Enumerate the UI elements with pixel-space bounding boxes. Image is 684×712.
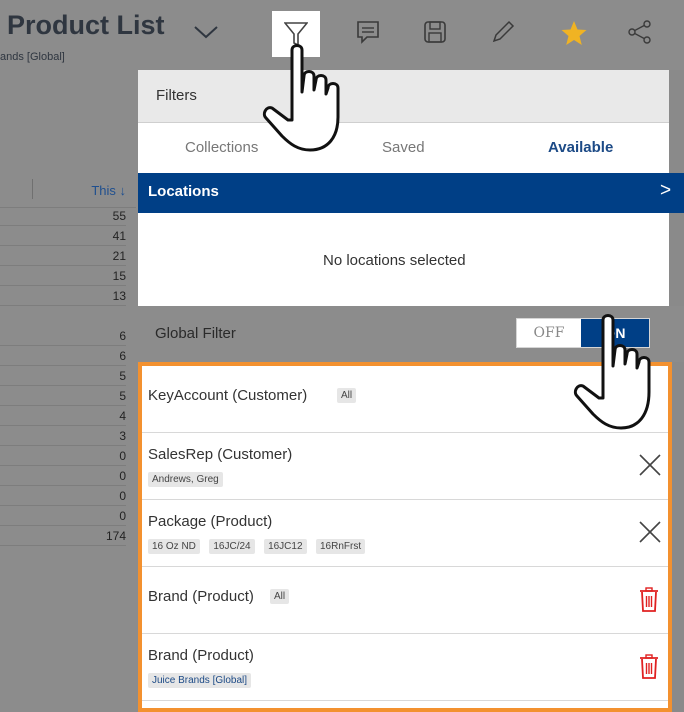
table-row[interactable]: 6 xyxy=(0,326,126,346)
edit-button[interactable] xyxy=(490,19,516,50)
title-dropdown-chevron-icon[interactable] xyxy=(193,24,219,45)
table-cell-value: 5 xyxy=(119,389,126,403)
filters-header: Filters xyxy=(138,70,669,123)
filter-value-chip: 16 Oz ND xyxy=(148,539,200,555)
table-cell-value: 174 xyxy=(105,529,126,543)
filter-value-chips: Andrews, Greg xyxy=(148,471,228,489)
column-header-label: This ↓ xyxy=(91,183,126,198)
filter-value-chip: Juice Brands [Global] xyxy=(148,673,252,689)
table-row[interactable]: 6 xyxy=(0,346,126,366)
filter-item-salesrep[interactable]: SalesRep (Customer) Andrews, Greg xyxy=(142,433,668,500)
locations-body: No locations selected xyxy=(138,213,669,306)
table-cell-value: 6 xyxy=(119,329,126,343)
table-row[interactable]: 3 xyxy=(0,426,126,446)
table-row[interactable]: 13 xyxy=(0,286,126,306)
table-row[interactable]: 0 xyxy=(0,466,126,486)
table-cell-value: 6 xyxy=(119,349,126,363)
remove-filter-button[interactable] xyxy=(638,520,662,549)
table-row[interactable]: 5 xyxy=(0,386,126,406)
save-icon xyxy=(424,21,446,43)
table-cell-value: 4 xyxy=(119,409,126,423)
table-row[interactable]: 174 xyxy=(0,526,126,546)
filter-value-chip: All xyxy=(337,388,357,403)
table-cell-value: 21 xyxy=(112,249,126,263)
table-cell-value: 0 xyxy=(119,489,126,503)
filter-value-chip: 16JC12 xyxy=(264,539,307,555)
table-cell-value: 3 xyxy=(119,429,126,443)
pointer-hand-icon xyxy=(573,314,651,430)
pointer-hand-icon xyxy=(262,44,340,152)
filters-heading: Filters xyxy=(156,87,197,104)
table-row[interactable]: 21 xyxy=(0,246,126,266)
locations-title: Locations xyxy=(148,183,219,200)
table-cell-value: 0 xyxy=(119,449,126,463)
locations-section-header[interactable]: Locations > xyxy=(138,173,684,213)
table-row[interactable]: 15 xyxy=(0,266,126,286)
filter-value-chip: 16JC/24 xyxy=(209,539,255,555)
table-cell-value: 0 xyxy=(119,469,126,483)
table-row[interactable]: 4 xyxy=(0,406,126,426)
column-divider xyxy=(32,179,33,199)
filter-value-chip: 16RnFrst xyxy=(315,539,366,555)
filter-item-name: KeyAccount (Customer) xyxy=(148,387,308,404)
table-cell-value: 0 xyxy=(119,509,126,523)
share-icon xyxy=(628,20,651,44)
star-icon xyxy=(561,21,587,45)
filter-value-chips: Juice Brands [Global] xyxy=(148,672,256,690)
filter-item-brand[interactable]: Brand (Product) All xyxy=(142,567,668,634)
filter-item-name: Brand (Product) xyxy=(148,588,254,605)
trash-icon xyxy=(640,654,658,679)
filter-item-name: Brand (Product) xyxy=(148,647,254,664)
table-cell-value: 5 xyxy=(119,369,126,383)
remove-filter-button[interactable] xyxy=(638,453,662,482)
page-subtitle: ands [Global] xyxy=(0,51,65,63)
table-row[interactable]: 41 xyxy=(0,226,126,246)
column-header[interactable]: This ↓ xyxy=(0,174,136,208)
tab-saved[interactable]: Saved xyxy=(382,139,425,156)
table-row[interactable]: 0 xyxy=(0,446,126,466)
pencil-icon xyxy=(492,20,515,43)
table-row[interactable]: 0 xyxy=(0,486,126,506)
filter-item-brand-juice[interactable]: Brand (Product) Juice Brands [Global] xyxy=(142,634,668,701)
filter-item-name: Package (Product) xyxy=(148,513,273,530)
screen: Product List ands [Global] This ↓ 55 41 2 xyxy=(0,0,684,712)
tab-collections[interactable]: Collections xyxy=(185,139,258,156)
table-row[interactable]: 55 xyxy=(0,206,126,226)
share-button[interactable] xyxy=(627,19,653,50)
table-cell-value: 55 xyxy=(112,209,126,223)
filters-tabs: Collections Saved Available xyxy=(138,123,669,173)
filter-value-chip: All xyxy=(270,589,290,604)
delete-filter-button[interactable] xyxy=(639,654,659,685)
table-cell-value: 15 xyxy=(112,269,126,283)
filter-item-package[interactable]: Package (Product) 16 Oz ND 16JC/24 16JC1… xyxy=(142,500,668,567)
delete-filter-button[interactable] xyxy=(639,587,659,618)
tab-available[interactable]: Available xyxy=(548,139,613,156)
close-icon xyxy=(639,454,661,476)
filter-item-name: SalesRep (Customer) xyxy=(148,446,293,463)
save-button[interactable] xyxy=(422,19,448,50)
filter-value-chips: 16 Oz ND 16JC/24 16JC12 16RnFrst xyxy=(148,538,370,556)
table-row[interactable]: 0 xyxy=(0,506,126,526)
table-row[interactable]: 5 xyxy=(0,366,126,386)
table-cell-value: 13 xyxy=(112,289,126,303)
trash-icon xyxy=(640,587,658,612)
page-title: Product List xyxy=(7,10,165,40)
table-column: This ↓ 55 41 21 15 13 6 6 5 5 4 3 0 0 0 0 174 xyxy=(0,70,138,712)
table-cell-value: 41 xyxy=(112,229,126,243)
filter-value-chip: Andrews, Greg xyxy=(148,472,223,488)
chevron-right-icon: > xyxy=(660,180,672,201)
favorite-button[interactable] xyxy=(560,19,588,52)
close-icon xyxy=(639,521,661,543)
global-filter-label: Global Filter xyxy=(155,325,236,342)
no-locations-message: No locations selected xyxy=(323,252,466,269)
